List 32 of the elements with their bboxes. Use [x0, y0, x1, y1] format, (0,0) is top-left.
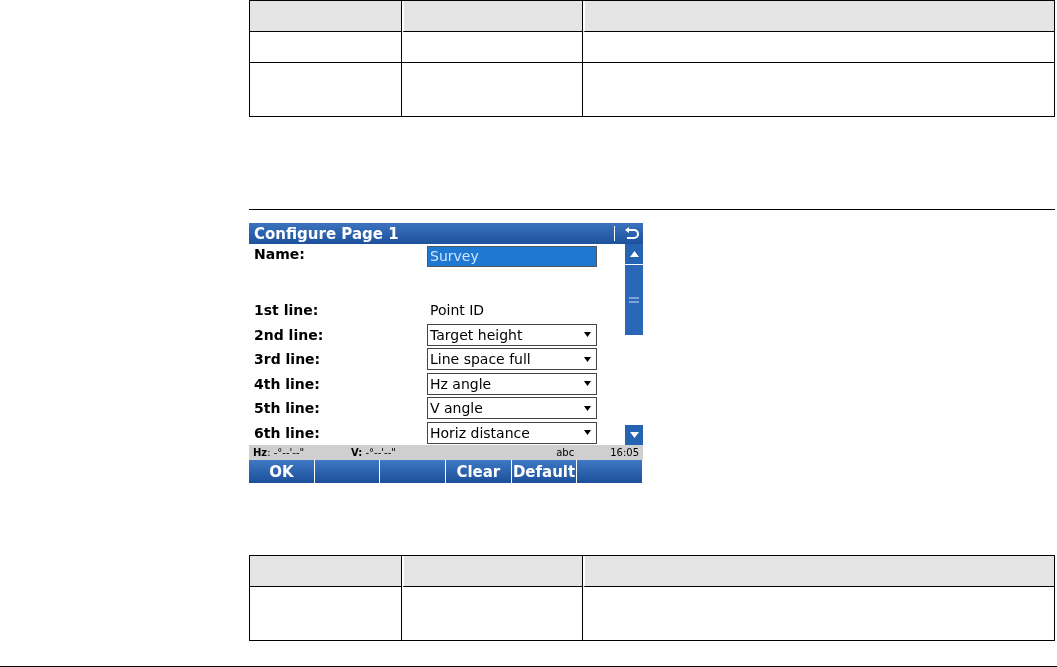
- field-label: 3rd line:: [254, 351, 322, 368]
- v-reading: V: -°--'--": [351, 447, 397, 458]
- scroll-down-icon[interactable]: [629, 432, 639, 438]
- caret-icon: [584, 332, 591, 338]
- field-label: 4th line:: [254, 375, 321, 392]
- caret-icon: [584, 405, 591, 411]
- clock-time: 16:05: [610, 447, 639, 458]
- caret-icon: [584, 356, 591, 362]
- scroll-up-icon[interactable]: [629, 251, 639, 257]
- softkey-button[interactable]: Default: [511, 460, 578, 483]
- dropdown[interactable]: Horiz distance: [427, 421, 597, 444]
- scrollbar[interactable]: [625, 244, 643, 445]
- field-value: Point ID: [429, 302, 485, 319]
- dropdown[interactable]: Hz angle: [427, 372, 597, 395]
- softkey-button[interactable]: OK: [249, 460, 315, 483]
- softkey-button[interactable]: Clear: [446, 460, 512, 483]
- caret-icon: [584, 381, 591, 387]
- field-label: 6th line:: [254, 424, 321, 441]
- hz-reading: Hz: -°--'--": [253, 447, 306, 458]
- field-label: 1st line:: [254, 302, 320, 319]
- dropdown[interactable]: V angle: [427, 397, 597, 420]
- name-field[interactable]: Survey: [427, 246, 597, 267]
- field-label: 5th line:: [254, 400, 321, 417]
- dropdown[interactable]: Line space full: [427, 348, 597, 371]
- field-label: Name:: [254, 246, 306, 262]
- grip-icon: [629, 297, 639, 303]
- input-mode: abc: [556, 447, 576, 458]
- caret-icon: [584, 430, 591, 436]
- field-label: 2nd line:: [254, 326, 325, 343]
- screen-title: Configure Page 1: [254, 224, 400, 243]
- dropdown[interactable]: Target height: [427, 323, 597, 346]
- back-arrow-icon[interactable]: [623, 226, 639, 241]
